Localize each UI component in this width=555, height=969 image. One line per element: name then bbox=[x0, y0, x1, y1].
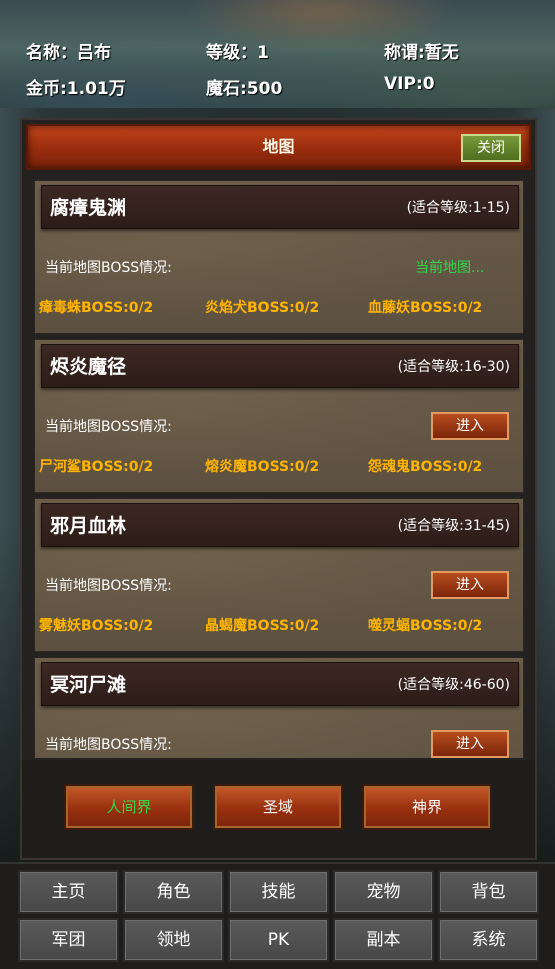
map-panel: 地图 关闭 腐瘴鬼渊 (适合等级:1-15) 当前地图BOSS情况: 当前地图.… bbox=[20, 118, 537, 860]
realm-selector: 人间界 圣域 神界 bbox=[22, 760, 535, 858]
boss-status-label: 当前地图BOSS情况: bbox=[45, 578, 172, 594]
nav-territory[interactable]: 领地 bbox=[123, 918, 224, 962]
map-title-bar: 腐瘴鬼渊 (适合等级:1-15) bbox=[41, 185, 519, 229]
nav-character[interactable]: 角色 bbox=[123, 870, 224, 914]
map-name: 烬炎魔径 bbox=[50, 356, 127, 378]
boss-status-label: 当前地图BOSS情况: bbox=[45, 260, 172, 276]
boss-count: 熔炎魔BOSS:0/2 bbox=[205, 459, 320, 475]
map-card-1: 腐瘴鬼渊 (适合等级:1-15) 当前地图BOSS情况: 当前地图... 瘴毒蛛… bbox=[34, 180, 524, 334]
boss-count: 瘴毒蛛BOSS:0/2 bbox=[39, 300, 154, 316]
boss-count: 尸河鲨BOSS:0/2 bbox=[39, 459, 154, 475]
map-name: 邪月血林 bbox=[50, 515, 127, 537]
map-level-range: (适合等级:31-45) bbox=[397, 518, 510, 534]
nav-pk[interactable]: PK bbox=[228, 918, 329, 962]
boss-status-label: 当前地图BOSS情况: bbox=[45, 419, 172, 435]
map-card-3: 邪月血林 (适合等级:31-45) 当前地图BOSS情况: 进入 雾魅妖BOSS… bbox=[34, 498, 524, 652]
boss-count: 雾魅妖BOSS:0/2 bbox=[39, 618, 154, 634]
player-info-banner: 名称：吕布 等级：1 称谓:暂无 金币:1.01万 魔石:500 VIP:0 bbox=[0, 0, 555, 108]
nav-pets[interactable]: 宠物 bbox=[333, 870, 434, 914]
map-title-bar: 邪月血林 (适合等级:31-45) bbox=[41, 503, 519, 547]
boss-status-label: 当前地图BOSS情况: bbox=[45, 737, 172, 753]
nav-backpack[interactable]: 背包 bbox=[438, 870, 539, 914]
player-name: 名称：吕布 bbox=[26, 43, 111, 63]
nav-system[interactable]: 系统 bbox=[438, 918, 539, 962]
map-level-range: (适合等级:46-60) bbox=[397, 677, 510, 693]
player-vip: VIP:0 bbox=[384, 74, 435, 94]
bottom-nav: 主页 角色 技能 宠物 背包 军团 领地 PK 副本 系统 bbox=[0, 862, 555, 969]
map-title-bar: 冥河尸滩 (适合等级:46-60) bbox=[41, 662, 519, 706]
map-level-range: (适合等级:1-15) bbox=[406, 200, 510, 216]
boss-count: 血藤妖BOSS:0/2 bbox=[368, 300, 483, 316]
enter-map-button[interactable]: 进入 bbox=[431, 730, 509, 758]
map-name: 腐瘴鬼渊 bbox=[50, 197, 127, 219]
close-button[interactable]: 关闭 bbox=[461, 134, 521, 162]
panel-title: 地图 bbox=[262, 137, 295, 156]
nav-legion[interactable]: 军团 bbox=[18, 918, 119, 962]
current-map-indicator: 当前地图... bbox=[415, 260, 485, 276]
boss-count: 怨魂鬼BOSS:0/2 bbox=[368, 459, 483, 475]
player-gold: 金币:1.01万 bbox=[26, 79, 126, 99]
panel-header: 地图 关闭 bbox=[26, 124, 531, 170]
enter-map-button[interactable]: 进入 bbox=[431, 412, 509, 440]
map-level-range: (适合等级:16-30) bbox=[397, 359, 510, 375]
nav-home[interactable]: 主页 bbox=[18, 870, 119, 914]
realm-tab-divine[interactable]: 神界 bbox=[362, 784, 492, 830]
map-name: 冥河尸滩 bbox=[50, 674, 127, 696]
map-list[interactable]: 腐瘴鬼渊 (适合等级:1-15) 当前地图BOSS情况: 当前地图... 瘴毒蛛… bbox=[22, 176, 535, 758]
map-card-4: 冥河尸滩 (适合等级:46-60) 当前地图BOSS情况: 进入 bbox=[34, 657, 524, 758]
boss-count: 炎焰犬BOSS:0/2 bbox=[205, 300, 320, 316]
boss-count: 噬灵蝠BOSS:0/2 bbox=[368, 618, 483, 634]
enter-map-button[interactable]: 进入 bbox=[431, 571, 509, 599]
player-title: 称谓:暂无 bbox=[384, 43, 459, 63]
map-title-bar: 烬炎魔径 (适合等级:16-30) bbox=[41, 344, 519, 388]
realm-tab-holy[interactable]: 圣域 bbox=[213, 784, 343, 830]
map-card-2: 烬炎魔径 (适合等级:16-30) 当前地图BOSS情况: 进入 尸河鲨BOSS… bbox=[34, 339, 524, 493]
boss-count: 晶蝎魔BOSS:0/2 bbox=[205, 618, 320, 634]
player-level: 等级：1 bbox=[206, 43, 269, 63]
nav-skills[interactable]: 技能 bbox=[228, 870, 329, 914]
nav-dungeon[interactable]: 副本 bbox=[333, 918, 434, 962]
player-magic-stone: 魔石:500 bbox=[206, 79, 283, 99]
realm-tab-human[interactable]: 人间界 bbox=[64, 784, 194, 830]
